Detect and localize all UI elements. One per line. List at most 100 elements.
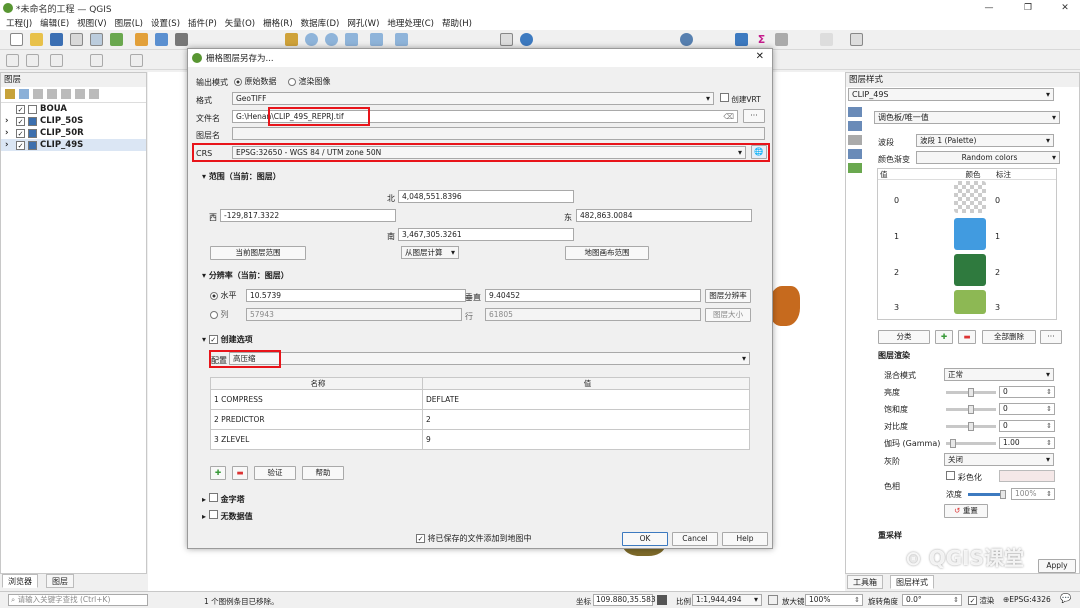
west-input[interactable]: -129,817.3322 — [220, 209, 396, 222]
palette-color-swatch[interactable] — [954, 218, 986, 250]
layer-checkbox[interactable]: ✓ — [16, 140, 25, 150]
save-project-icon[interactable] — [50, 33, 63, 46]
classify-button[interactable]: 分类 — [878, 330, 930, 344]
menu-project[interactable]: 工程(J) — [6, 17, 32, 29]
profile-select[interactable]: 高压缩 — [229, 352, 750, 365]
menu-view[interactable]: 视图(V) — [77, 17, 106, 29]
add-to-map-row[interactable]: ✓ 将已保存的文件添加到地图中 — [416, 533, 532, 544]
palette-value[interactable]: 3 — [894, 303, 899, 312]
map-canvas-extent-button[interactable]: 地图画布范围 — [565, 246, 649, 260]
menu-help[interactable]: 帮助(H) — [442, 17, 472, 29]
identify-features-icon[interactable] — [680, 33, 693, 46]
statistics-sigma-icon[interactable]: Σ — [755, 33, 768, 46]
help-button[interactable]: Help — [722, 532, 768, 546]
option-name-cell[interactable]: 2 PREDICTOR — [210, 409, 423, 430]
expand-all-icon[interactable] — [61, 89, 71, 99]
history-icon[interactable] — [848, 163, 862, 173]
table-row[interactable]: 3 ZLEVEL 9 — [210, 429, 750, 450]
grayscale-select[interactable]: 关闭 — [944, 453, 1054, 466]
layer-checkbox[interactable]: ✓ — [16, 116, 25, 126]
render-checkbox[interactable]: ✓ — [968, 596, 977, 605]
create-options-section[interactable]: ▾ ✓ 创建选项 — [202, 334, 253, 345]
add-value-icon[interactable]: ✚ — [935, 330, 953, 344]
saturation-input[interactable]: 0 — [999, 403, 1055, 415]
style-icon[interactable] — [5, 89, 15, 99]
clear-input-icon[interactable]: ⌫ — [723, 111, 734, 122]
palette-label[interactable]: 0 — [995, 196, 1000, 205]
columns-radio-row[interactable]: 列 — [210, 309, 229, 320]
locator-search-input[interactable]: ⌕ 请输入关键字查找 (Ctrl+K) — [8, 594, 148, 606]
raw-data-radio-row[interactable]: 原始数据 — [234, 76, 277, 87]
toggle-edit-icon[interactable] — [6, 54, 19, 67]
layer-size-button[interactable]: 图层大小 — [705, 308, 751, 322]
ok-button[interactable]: OK — [622, 532, 668, 546]
option-value-cell[interactable]: 9 — [422, 429, 750, 450]
layer-name-input[interactable] — [232, 127, 765, 140]
layer-resolution-button[interactable]: 图层分辨率 — [705, 289, 751, 303]
layout-manager-icon[interactable] — [90, 33, 103, 46]
render-toggle-row[interactable]: ✓ 渲染 — [968, 595, 994, 606]
zoom-out-icon[interactable] — [325, 33, 338, 46]
raw-data-radio[interactable] — [234, 77, 242, 86]
colorize-checkbox[interactable] — [946, 471, 955, 480]
histogram-icon[interactable] — [848, 135, 862, 145]
rendered-radio-row[interactable]: 渲染图像 — [288, 76, 331, 87]
north-input[interactable]: 4,048,551.8396 — [398, 190, 574, 203]
rows-input[interactable]: 61805 — [485, 308, 701, 321]
dialog-close-icon[interactable]: ✕ — [756, 51, 764, 62]
add-feature-icon[interactable] — [50, 54, 63, 67]
create-vrt-checkbox[interactable] — [720, 93, 729, 102]
messages-icon[interactable]: 💬 — [1060, 594, 1071, 604]
vertex-tool-icon[interactable] — [90, 54, 103, 67]
colorize-checkbox-row[interactable]: 彩色化 — [946, 471, 982, 483]
cancel-button[interactable]: Cancel — [672, 532, 718, 546]
palette-color-swatch[interactable] — [954, 254, 986, 286]
remove-layer-icon[interactable] — [89, 89, 99, 99]
create-options-checkbox[interactable]: ✓ — [208, 335, 218, 344]
visibility-icon[interactable] — [33, 89, 43, 99]
digitize-icon[interactable] — [135, 33, 148, 46]
resolution-section-title[interactable]: ▾ 分辨率（当前：图层） — [202, 270, 289, 281]
menu-plugins[interactable]: 插件(P) — [188, 17, 217, 29]
expand-arrow-icon[interactable]: › — [5, 128, 13, 138]
apply-button[interactable]: Apply — [1038, 559, 1076, 573]
remove-option-icon[interactable]: ▬ — [232, 466, 248, 480]
option-name-cell[interactable]: 3 ZLEVEL — [210, 429, 423, 450]
format-select[interactable]: GeoTIFF — [232, 92, 714, 105]
layer-item[interactable]: › ✓ CLIP_50R — [1, 127, 146, 139]
palette-value[interactable]: 0 — [894, 196, 899, 205]
style-manager-icon[interactable] — [110, 33, 123, 46]
processing-toolbox-icon[interactable] — [735, 33, 748, 46]
rotation-input[interactable]: 0.0° — [902, 594, 962, 606]
option-value-cell[interactable]: DEFLATE — [422, 389, 750, 410]
menu-vector[interactable]: 矢量(O) — [225, 17, 255, 29]
blend-mode-select[interactable]: 正常 — [944, 368, 1054, 381]
measure-icon[interactable] — [775, 33, 788, 46]
rendered-radio[interactable] — [288, 77, 296, 86]
menu-processing[interactable]: 地理处理(C) — [387, 17, 434, 29]
contrast-input[interactable]: 0 — [999, 420, 1055, 432]
option-value-cell[interactable]: 2 — [422, 409, 750, 430]
pan-icon[interactable] — [285, 33, 298, 46]
colorize-color-button[interactable] — [999, 470, 1055, 482]
color-ramp-select[interactable]: Random colors — [916, 151, 1060, 164]
new-project-icon[interactable] — [10, 33, 23, 46]
expand-arrow-icon[interactable]: › — [5, 140, 13, 150]
strength-input[interactable]: 100% — [1011, 488, 1055, 500]
symbology-icon[interactable] — [848, 107, 862, 117]
lock-scale-icon[interactable] — [768, 595, 778, 605]
brightness-input[interactable]: 0 — [999, 386, 1055, 398]
create-vrt-row[interactable]: 创建VRT — [720, 93, 761, 105]
add-group-icon[interactable] — [19, 89, 29, 99]
palette-color-swatch[interactable] — [954, 290, 986, 314]
palette-label[interactable]: 2 — [995, 268, 1000, 277]
zoom-layer-icon[interactable] — [370, 33, 383, 46]
south-input[interactable]: 3,467,305.3261 — [398, 228, 574, 241]
more-options-button[interactable]: ··· — [1040, 330, 1062, 344]
menu-mesh[interactable]: 网孔(W) — [347, 17, 379, 29]
extent-section-title[interactable]: ▾ 范围（当前：图层） — [202, 171, 281, 182]
tab-layer-styling[interactable]: 图层样式 — [890, 575, 934, 589]
new-print-layout-icon[interactable] — [70, 33, 83, 46]
palette-label[interactable]: 3 — [995, 303, 1000, 312]
option-name-cell[interactable]: 1 COMPRESS — [210, 389, 423, 410]
